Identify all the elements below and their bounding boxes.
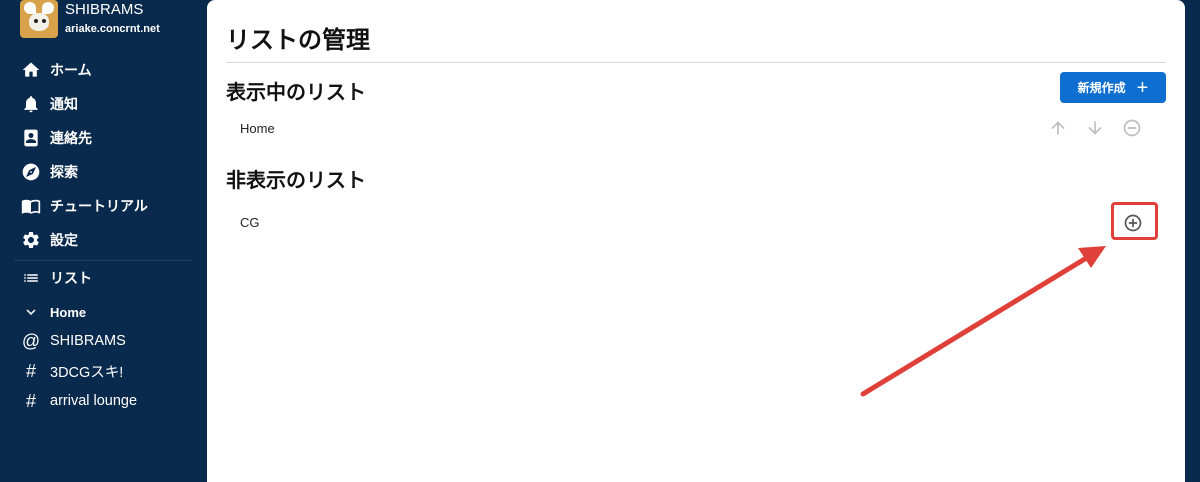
profile-name: SHIBRAMS [65,1,144,18]
nav-item-settings[interactable]: 設定 [0,223,207,257]
hidden-list-row-label: CG [240,215,260,230]
main-nav: ホーム 通知 連絡先 探索 チュートリアル 設定 [0,53,207,261]
at-icon: @ [21,330,41,351]
nav-item-label: 設定 [50,232,78,248]
home-icon [21,60,41,80]
list-item-arrival-lounge[interactable]: # arrival lounge [0,386,207,416]
profile-host: ariake.concrnt.net [65,23,160,35]
list-item-shibrams[interactable]: @ SHIBRAMS [0,326,207,356]
list-item-label: SHIBRAMS [50,333,126,349]
visible-list-row-label: Home [240,121,275,136]
annotation-highlight-box [1111,202,1158,240]
contacts-icon [21,128,41,148]
profile[interactable]: SHIBRAMS ariake.concrnt.net [20,0,160,40]
new-list-button-label: 新規作成 [1077,81,1126,95]
nav-item-tutorial[interactable]: チュートリアル [0,189,207,223]
nav-item-explore[interactable]: 探索 [0,155,207,189]
book-icon [21,196,41,216]
hash-icon: # [25,390,36,411]
nav-item-label: チュートリアル [50,198,148,214]
hide-list-button[interactable] [1121,117,1143,139]
visible-lists-heading: 表示中のリスト [226,82,366,104]
list-management-panel: リストの管理 表示中のリスト 新規作成 + Home 非表示のリスト CG [207,0,1185,482]
page-title: リストの管理 [226,27,370,54]
list-nav: リスト Home @ SHIBRAMS # 3DCGスキ! # arrival … [0,258,207,416]
nav-item-label: 探索 [50,164,78,180]
move-up-button[interactable] [1047,117,1069,139]
list-item-3dcg[interactable]: # 3DCGスキ! [0,356,207,386]
sidebar: SHIBRAMS ariake.concrnt.net ホーム 通知 連絡先 探… [0,0,207,482]
list-header-label: リスト [50,270,92,286]
list-item-label: 3DCGスキ! [50,364,124,381]
hash-icon: # [25,360,36,381]
list-item-home[interactable]: Home [0,298,207,326]
avatar [20,0,58,38]
nav-item-label: 通知 [50,96,78,112]
nav-item-label: ホーム [50,62,92,78]
list-item-label: Home [50,304,87,320]
bell-icon [21,94,41,114]
chevron-down-icon [21,302,41,322]
hidden-lists-heading: 非表示のリスト [226,170,366,192]
nav-item-label: 連絡先 [50,130,92,146]
remove-circle-icon [1123,119,1141,137]
plus-icon: + [1136,76,1149,99]
move-down-button[interactable] [1084,117,1106,139]
arrow-up-icon [1051,121,1065,135]
new-list-button[interactable]: 新規作成 + [1060,72,1166,103]
list-header[interactable]: リスト [0,258,207,298]
nav-item-home[interactable]: ホーム [0,53,207,87]
list-item-label: arrival lounge [50,393,138,409]
compass-icon [21,162,41,182]
title-divider [226,62,1166,63]
nav-item-contacts[interactable]: 連絡先 [0,121,207,155]
gear-icon [21,230,41,250]
list-icon [21,268,41,288]
arrow-down-icon [1088,121,1102,135]
nav-item-notifications[interactable]: 通知 [0,87,207,121]
